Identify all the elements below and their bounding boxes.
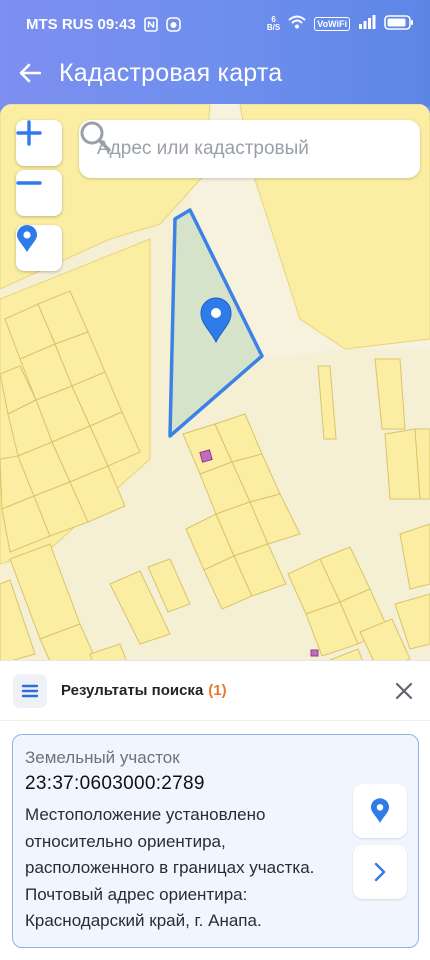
open-details-button[interactable] <box>353 845 407 899</box>
map-canvas[interactable] <box>0 104 430 704</box>
page-title: Кадастровая карта <box>59 58 283 87</box>
list-menu-icon <box>21 684 39 697</box>
plus-icon <box>16 120 42 146</box>
cadastral-map[interactable] <box>0 104 430 704</box>
results-menu-button[interactable] <box>13 673 47 708</box>
results-count: (1) <box>208 682 227 699</box>
search-button[interactable] <box>80 121 404 166</box>
wifi-icon <box>288 15 306 33</box>
search-results-panel: Результаты поиска (1) Земельный участок … <box>0 660 430 960</box>
my-location-button[interactable] <box>16 225 62 271</box>
signal-icon <box>358 15 376 33</box>
minus-icon <box>16 181 42 185</box>
app-bar: Кадастровая карта <box>0 48 430 98</box>
results-header: Результаты поиска (1) <box>0 661 430 721</box>
app-header: MTS RUS 09:43 6 B/S VoWiFi Кадастровая к… <box>0 0 430 106</box>
location-pin-icon <box>370 798 390 823</box>
volte-badge: VoWiFi <box>314 17 350 31</box>
search-icon <box>80 121 111 152</box>
results-title: Результаты поиска <box>61 682 204 699</box>
result-type: Земельный участок <box>25 748 180 767</box>
arrow-left-icon <box>19 63 41 83</box>
battery-icon <box>384 14 414 34</box>
status-bar: MTS RUS 09:43 6 B/S VoWiFi <box>0 0 430 48</box>
search-input[interactable] <box>97 138 370 160</box>
back-button[interactable] <box>2 48 58 98</box>
net-speed: 6 B/S <box>266 15 281 32</box>
close-results-button[interactable] <box>392 679 416 703</box>
carrier-name: MTS RUS <box>26 15 94 33</box>
nfc-icon <box>144 16 158 32</box>
show-on-map-button[interactable] <box>353 784 407 838</box>
zoom-out-button[interactable] <box>16 170 62 216</box>
close-icon <box>395 682 413 699</box>
result-description: Местоположение установлено относительно … <box>25 805 315 930</box>
search-bar <box>79 120 420 178</box>
chevron-right-icon <box>374 862 386 882</box>
zoom-in-button[interactable] <box>16 120 62 166</box>
result-card[interactable]: Земельный участок 23:37:0603000:2789 Мес… <box>12 734 419 948</box>
cadastral-number: 23:37:0603000:2789 <box>25 773 205 794</box>
app-notification-icon <box>166 16 181 32</box>
location-pin-icon <box>17 225 37 252</box>
clock: 09:43 <box>97 15 136 33</box>
